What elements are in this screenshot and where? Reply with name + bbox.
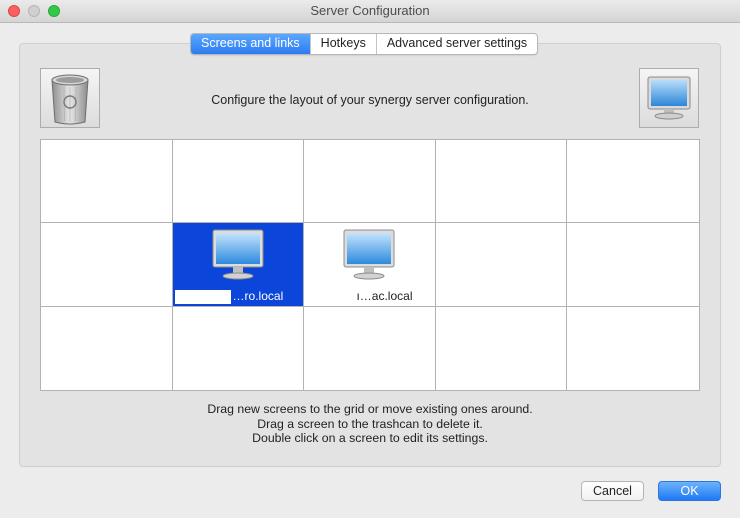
grid-cell[interactable] — [435, 140, 568, 224]
grid-cell[interactable] — [41, 306, 173, 390]
tab-advanced-server-settings[interactable]: Advanced server settings — [377, 34, 537, 54]
tab-screens-and-links[interactable]: Screens and links — [191, 34, 311, 54]
layout-instruction-text: Configure the layout of your synergy ser… — [211, 93, 529, 107]
window-title: Server Configuration — [310, 3, 430, 18]
tab-bar: Screens and links Hotkeys Advanced serve… — [190, 33, 539, 55]
grid-cell[interactable] — [567, 140, 699, 224]
grid-cell[interactable] — [567, 223, 699, 307]
grid-cell[interactable] — [304, 140, 436, 224]
screen-tile-selected[interactable]: …ro.local — [172, 223, 305, 307]
grid-cell[interactable] — [172, 140, 305, 224]
help-line: Double click on a screen to edit its set… — [252, 431, 488, 445]
screen-tile[interactable]: ı…ac.local — [304, 223, 436, 307]
help-line: Drag new screens to the grid or move exi… — [207, 402, 533, 416]
screen-layout-grid[interactable]: …ro.local ı…ac.local — [40, 139, 700, 391]
grid-cell[interactable] — [304, 306, 436, 390]
grid-cell[interactable] — [41, 140, 173, 224]
monitor-icon — [343, 229, 395, 280]
grid-cell[interactable] — [173, 306, 305, 390]
title-bar[interactable]: Server Configuration — [0, 0, 740, 23]
screen-name-label: …ro.local — [232, 288, 284, 303]
cancel-button[interactable]: Cancel — [581, 481, 644, 501]
grid-cell[interactable] — [567, 307, 699, 390]
server-configuration-window: Server Configuration Screens and links H… — [0, 0, 740, 518]
grid-cell[interactable] — [436, 306, 568, 390]
monitor-icon — [212, 229, 264, 280]
grid-help-text: Drag new screens to the grid or move exi… — [0, 402, 740, 446]
screen-name-label: ı…ac.local — [356, 288, 413, 303]
tab-hotkeys[interactable]: Hotkeys — [311, 34, 377, 54]
ok-button[interactable]: OK — [658, 481, 721, 501]
help-line: Drag a screen to the trashcan to delete … — [257, 416, 483, 431]
grid-cell[interactable] — [435, 223, 568, 307]
grid-cell[interactable] — [41, 223, 173, 307]
